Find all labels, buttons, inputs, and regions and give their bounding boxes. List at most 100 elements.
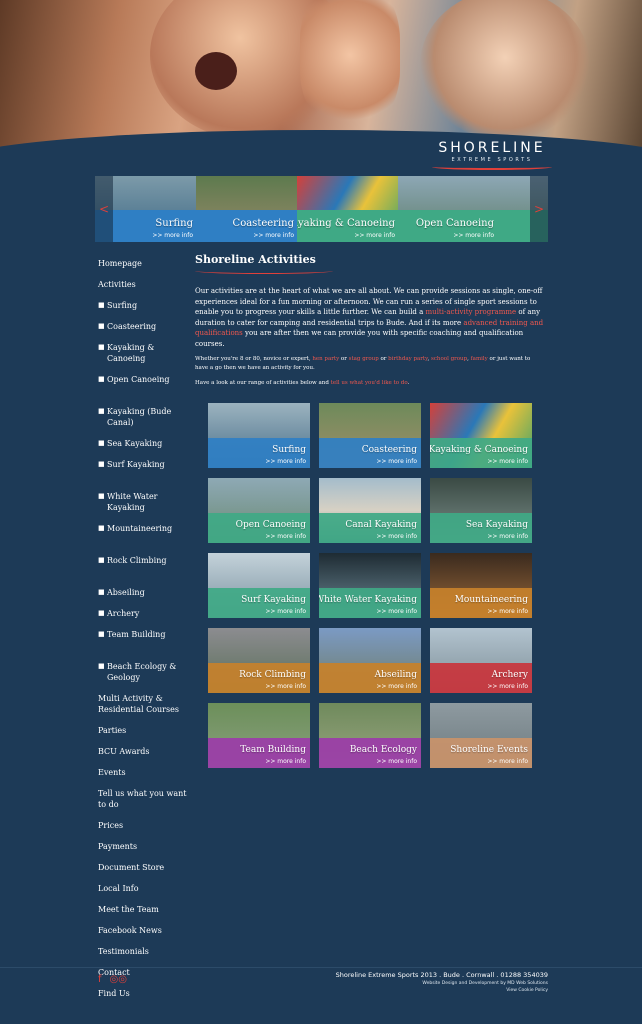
- activity-tile[interactable]: Abseiling >> more info: [319, 628, 421, 693]
- tile-more-link[interactable]: >> more info: [376, 758, 417, 765]
- carousel-prev-button[interactable]: <: [95, 176, 113, 242]
- activity-tile[interactable]: White Water Kayaking >> more info: [319, 553, 421, 618]
- sidebar-item[interactable]: ■ Rock Climbing: [98, 555, 194, 587]
- family-link[interactable]: family: [471, 356, 488, 362]
- sidebar-item[interactable]: ■ Surfing: [98, 300, 194, 321]
- carousel-more-link[interactable]: >> more info: [354, 232, 395, 239]
- sidebar-item[interactable]: Events: [98, 767, 194, 788]
- sidebar-item-label: Kayaking (Bude Canal): [107, 407, 172, 427]
- carousel-item[interactable]: Coasteering >> more info: [196, 176, 298, 242]
- tile-more-link[interactable]: >> more info: [487, 533, 528, 540]
- carousel-item-title: Open Canoeing: [415, 218, 494, 229]
- school-group-link[interactable]: school group: [431, 356, 467, 362]
- bullet-icon: ■: [98, 375, 105, 383]
- sidebar-item[interactable]: ■ Kayaking & Canoeing: [98, 342, 194, 374]
- carousel-item[interactable]: Open Canoeing >> more info: [398, 176, 548, 242]
- site-logo[interactable]: SHORELINE EXTREME SPORTS: [432, 140, 552, 170]
- sidebar-item[interactable]: ■ Mountaineering: [98, 523, 194, 555]
- sidebar-nav: Homepage Activities ■ Surfing ■ Coasteering ■ K…: [98, 258, 194, 1009]
- sidebar-item[interactable]: Find Us: [98, 988, 194, 1009]
- sidebar-item[interactable]: Multi Activity & Residential Courses: [98, 693, 194, 725]
- facebook-icon[interactable]: f: [98, 974, 102, 985]
- sidebar-item[interactable]: ■ Abseiling: [98, 587, 194, 608]
- bullet-icon: ■: [98, 322, 105, 330]
- sidebar-item[interactable]: Testimonials: [98, 946, 194, 967]
- activity-tile[interactable]: Team Building >> more info: [208, 703, 310, 768]
- intro-paragraph: Our activities are at the heart of what …: [195, 286, 545, 349]
- tile-more-link[interactable]: >> more info: [487, 608, 528, 615]
- activity-tile[interactable]: Coasteering >> more info: [319, 403, 421, 468]
- sidebar-item[interactable]: Tell us what you want to do: [98, 788, 194, 820]
- intro-text: you are after then we can provide you wi…: [195, 329, 524, 348]
- sidebar-item[interactable]: ■ Coasteering: [98, 321, 194, 342]
- tile-more-link[interactable]: >> more info: [265, 683, 306, 690]
- sidebar-item[interactable]: ■ Sea Kayaking: [98, 438, 194, 459]
- sidebar-item[interactable]: ■ Kayaking (Bude Canal): [98, 406, 194, 438]
- sidebar-item[interactable]: BCU Awards: [98, 746, 194, 767]
- sidebar-item-label: Payments: [98, 842, 138, 851]
- sidebar-item[interactable]: Local Info: [98, 883, 194, 904]
- tile-more-link[interactable]: >> more info: [487, 458, 528, 465]
- tile-more-link[interactable]: >> more info: [265, 608, 306, 615]
- tile-more-link[interactable]: >> more info: [487, 758, 528, 765]
- sidebar-item[interactable]: ■ Team Building: [98, 629, 194, 661]
- activity-tile[interactable]: Open Canoeing >> more info: [208, 478, 310, 543]
- activity-tile[interactable]: Archery >> more info: [430, 628, 532, 693]
- sidebar-item[interactable]: Homepage: [98, 258, 194, 279]
- multi-activity-link[interactable]: multi-activity programme: [426, 308, 517, 316]
- cta-paragraph: Have a look at our range of activities b…: [195, 379, 545, 388]
- bullet-icon: ■: [98, 662, 105, 670]
- carousel-more-link[interactable]: >> more info: [453, 232, 494, 239]
- sidebar-item[interactable]: Meet the Team: [98, 904, 194, 925]
- sidebar-item[interactable]: Prices: [98, 820, 194, 841]
- activity-tile[interactable]: Mountaineering >> more info: [430, 553, 532, 618]
- tile-title: Surfing: [272, 445, 306, 455]
- activity-tile[interactable]: Surfing >> more info: [208, 403, 310, 468]
- tell-us-link[interactable]: tell us what you'd like to do: [331, 380, 408, 386]
- activity-tile[interactable]: Surf Kayaking >> more info: [208, 553, 310, 618]
- sidebar-item-label: Archery: [107, 609, 140, 618]
- sidebar-item[interactable]: Facebook News: [98, 925, 194, 946]
- sidebar-item-label: Surf Kayaking: [107, 460, 165, 469]
- activity-tile[interactable]: Kayaking & Canoeing >> more info: [430, 403, 532, 468]
- activity-tile[interactable]: Shoreline Events >> more info: [430, 703, 532, 768]
- carousel-more-link[interactable]: >> more info: [253, 232, 294, 239]
- tile-more-link[interactable]: >> more info: [376, 608, 417, 615]
- sidebar-item[interactable]: ■ Beach Ecology & Geology: [98, 661, 194, 693]
- footer-credit[interactable]: Website Design and Development by MD Web…: [336, 981, 548, 986]
- footer-info: Shoreline Extreme Sports 2013 . Bude . C…: [336, 971, 548, 993]
- tile-more-link[interactable]: >> more info: [265, 533, 306, 540]
- tile-more-link[interactable]: >> more info: [376, 683, 417, 690]
- carousel-item[interactable]: Kayaking & Canoeing >> more info: [297, 176, 399, 242]
- activity-tile[interactable]: Beach Ecology >> more info: [319, 703, 421, 768]
- activity-tile[interactable]: Rock Climbing >> more info: [208, 628, 310, 693]
- logo-tagline: EXTREME SPORTS: [451, 157, 533, 163]
- activity-carousel: Surfing >> more info Coasteering >> more…: [95, 176, 548, 242]
- cookie-policy-link[interactable]: View Cookie Policy: [336, 988, 548, 993]
- tile-more-link[interactable]: >> more info: [265, 458, 306, 465]
- sidebar-item[interactable]: Document Store: [98, 862, 194, 883]
- sidebar-item[interactable]: Payments: [98, 841, 194, 862]
- tile-more-link[interactable]: >> more info: [487, 683, 528, 690]
- footer-copyright: Shoreline Extreme Sports 2013 . Bude . C…: [335, 971, 548, 979]
- sidebar-item[interactable]: ■ Archery: [98, 608, 194, 629]
- hen-party-link[interactable]: hen party: [312, 356, 339, 362]
- sidebar-item[interactable]: Activities: [98, 279, 194, 300]
- sidebar-item-label: White Water Kayaking: [107, 492, 158, 512]
- sidebar-item[interactable]: Parties: [98, 725, 194, 746]
- tile-more-link[interactable]: >> more info: [265, 758, 306, 765]
- birthday-party-link[interactable]: birthday party: [388, 356, 427, 362]
- carousel-more-link[interactable]: >> more info: [152, 232, 193, 239]
- carousel-next-button[interactable]: >: [530, 176, 548, 242]
- activity-tile[interactable]: Canal Kayaking >> more info: [319, 478, 421, 543]
- activity-tile[interactable]: Sea Kayaking >> more info: [430, 478, 532, 543]
- sidebar-item[interactable]: ■ White Water Kayaking: [98, 491, 194, 523]
- sidebar-item-label: Meet the Team: [98, 905, 159, 914]
- stag-group-link[interactable]: stag group: [349, 356, 379, 362]
- tile-more-link[interactable]: >> more info: [376, 458, 417, 465]
- tripadvisor-icon[interactable]: ◎◎: [110, 974, 127, 985]
- sidebar-item[interactable]: ■ Open Canoeing: [98, 374, 194, 406]
- tile-more-link[interactable]: >> more info: [376, 533, 417, 540]
- sidebar-item[interactable]: ■ Surf Kayaking: [98, 459, 194, 491]
- sidebar-item-label: Events: [98, 768, 126, 777]
